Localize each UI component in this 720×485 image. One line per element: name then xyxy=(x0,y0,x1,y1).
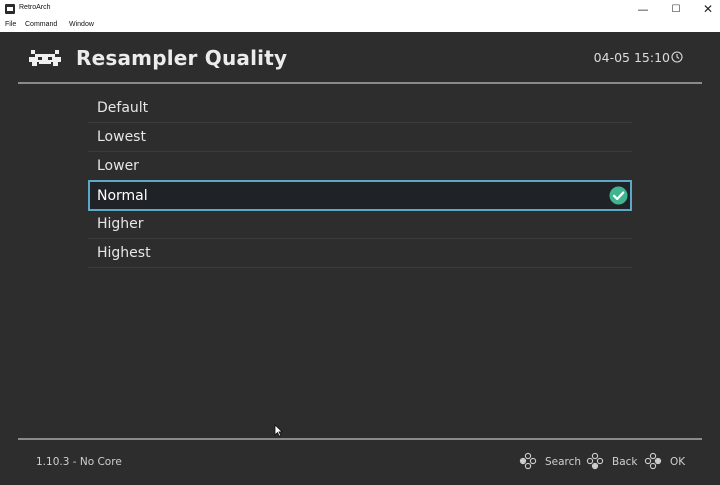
option-label: Default xyxy=(97,100,149,116)
page-title: Resampler Quality xyxy=(76,46,288,70)
option-list: Default Lowest Lower Normal Higher Highe… xyxy=(88,94,632,268)
window-titlebar: RetroArch — ☐ ✕ xyxy=(0,0,720,19)
mouse-cursor-icon xyxy=(274,424,283,437)
gamepad-button-icon xyxy=(644,452,662,470)
retroarch-invader-icon xyxy=(29,50,61,66)
minimize-icon: — xyxy=(637,3,649,16)
option-default[interactable]: Default xyxy=(88,94,632,123)
option-lowest[interactable]: Lowest xyxy=(88,123,632,152)
menu-window[interactable]: Window xyxy=(69,21,94,28)
option-highest[interactable]: Highest xyxy=(88,239,632,268)
option-label: Higher xyxy=(97,216,144,232)
checkmark-icon xyxy=(609,186,628,205)
option-normal[interactable]: Normal xyxy=(88,180,632,211)
close-icon: ✕ xyxy=(702,2,714,16)
maximize-button[interactable]: ☐ xyxy=(661,1,691,18)
option-label: Lowest xyxy=(97,129,146,145)
gamepad-button-icon xyxy=(586,452,604,470)
menubar: File Command Window xyxy=(0,19,720,32)
app-icon xyxy=(5,4,15,14)
option-label: Lower xyxy=(97,158,139,174)
clock: 04-05 15:10 xyxy=(593,50,670,65)
option-lower[interactable]: Lower xyxy=(88,152,632,181)
gamepad-button-icon xyxy=(519,452,537,470)
ok-action[interactable]: OK xyxy=(670,456,685,468)
version-label: 1.10.3 - No Core xyxy=(36,456,122,468)
search-action[interactable]: Search xyxy=(545,456,581,468)
back-action[interactable]: Back xyxy=(612,456,638,468)
maximize-icon: ☐ xyxy=(671,4,681,15)
header-divider xyxy=(18,82,702,84)
close-button[interactable]: ✕ xyxy=(693,1,720,18)
option-label: Normal xyxy=(97,188,148,204)
menu-command[interactable]: Command xyxy=(25,21,57,28)
minimize-button[interactable]: — xyxy=(628,1,658,18)
clock-icon xyxy=(671,51,683,63)
window-title: RetroArch xyxy=(19,4,51,11)
retroarch-menu: Resampler Quality 04-05 15:10 Default Lo… xyxy=(0,32,720,485)
option-label: Highest xyxy=(97,245,151,261)
footer-divider xyxy=(18,438,702,440)
menu-file[interactable]: File xyxy=(5,21,16,28)
option-higher[interactable]: Higher xyxy=(88,210,632,239)
